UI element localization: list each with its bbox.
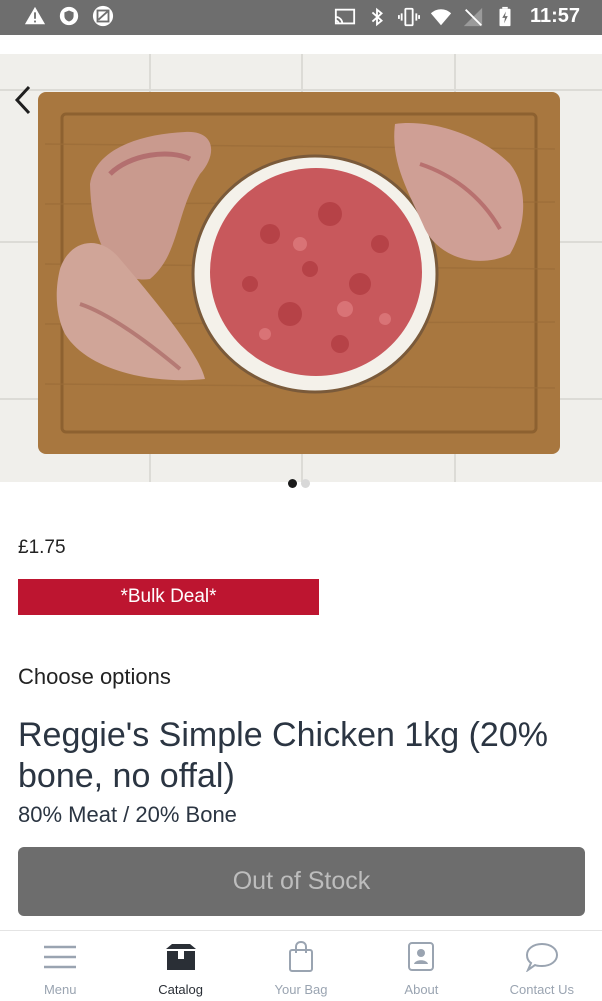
carousel-indicator: [288, 479, 310, 488]
vibrate-icon: [397, 7, 420, 26]
shield-icon: [59, 6, 79, 26]
nav-item-menu[interactable]: Menu: [0, 931, 120, 1001]
clock: 11:57: [529, 5, 580, 27]
menu-icon: [43, 941, 77, 973]
battery-charging-icon: [499, 6, 511, 26]
cast-icon: [334, 8, 356, 24]
status-bar: 11:57: [0, 0, 602, 35]
back-button[interactable]: [6, 80, 40, 120]
nav-label-menu: Menu: [43, 982, 77, 997]
nav-label-contact: Contact Us: [509, 982, 574, 997]
product-price: £1.75: [18, 537, 66, 558]
warning-icon: [24, 6, 46, 25]
carousel-dot[interactable]: [301, 479, 310, 488]
nav-label-bag: Your Bag: [274, 982, 328, 997]
product-subtitle: 80% Meat / 20% Bone: [18, 802, 237, 827]
chat-bubble-icon: [525, 941, 559, 973]
nav-label-catalog: Catalog: [158, 982, 204, 997]
chevron-left-icon: [14, 85, 31, 115]
wifi-icon: [430, 8, 452, 25]
carousel-dot-active[interactable]: [288, 479, 297, 488]
nav-item-about[interactable]: About: [361, 931, 481, 1001]
nav-item-contact[interactable]: Contact Us: [482, 931, 602, 1001]
options-heading: Choose options: [18, 664, 171, 689]
bluetooth-icon: [371, 7, 383, 26]
image-icon: [92, 5, 114, 27]
bottom-nav: Menu Catalog Your Bag About Contact Us: [0, 930, 602, 1001]
product-photo: [0, 54, 602, 482]
bulk-deal-badge: *Bulk Deal*: [18, 579, 319, 615]
nav-label-about: About: [404, 982, 439, 997]
product-title: Reggie's Simple Chicken 1kg (20% bone, n…: [18, 716, 548, 795]
about-contact-card-icon: [404, 941, 438, 973]
catalog-box-icon: [164, 941, 198, 973]
no-signal-icon: [463, 7, 483, 26]
nav-item-bag[interactable]: Your Bag: [241, 931, 361, 1001]
shopping-bag-icon: [284, 941, 318, 973]
product-image[interactable]: [0, 54, 602, 482]
out-of-stock-button[interactable]: Out of Stock: [18, 847, 585, 916]
nav-item-catalog[interactable]: Catalog: [120, 931, 240, 1001]
